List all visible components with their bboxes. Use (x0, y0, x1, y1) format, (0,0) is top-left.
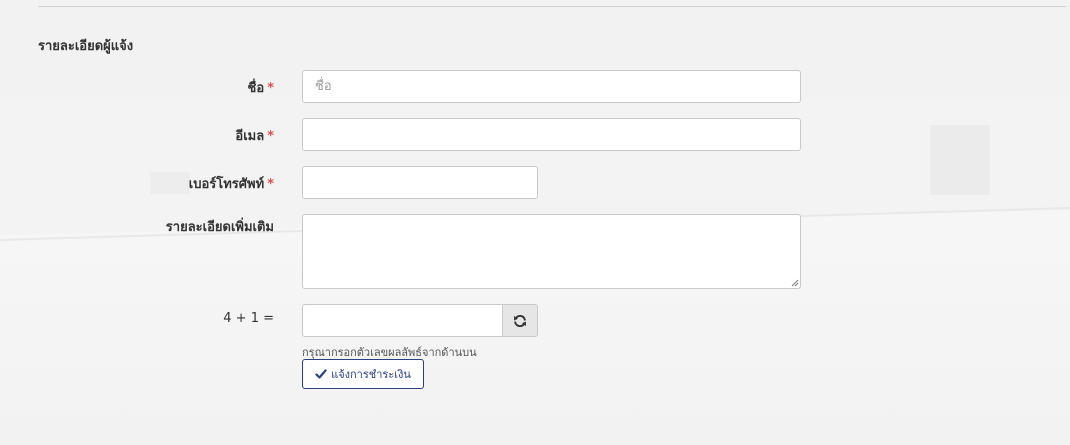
email-label: อีเมล * (235, 125, 274, 146)
section-title: รายละเอียดผู้แจ้ง (38, 39, 134, 54)
details-label-text: รายละเอียดเพิ่มเติม (165, 220, 274, 235)
email-input[interactable] (302, 118, 801, 151)
submit-label: แจ้งการชำระเงิน (331, 368, 411, 381)
required-mark: * (267, 177, 274, 192)
name-input[interactable] (302, 70, 801, 103)
name-label: ชื่อ * (248, 77, 274, 98)
phone-label-text: เบอร์โทรศัพท์ (188, 177, 265, 192)
required-mark: * (267, 129, 274, 144)
phone-label: เบอร์โทรศัพท์ * (189, 173, 274, 194)
captcha-group (302, 304, 538, 337)
details-textarea[interactable] (302, 214, 801, 289)
captcha-refresh-button[interactable] (502, 304, 538, 337)
submit-payment-button[interactable]: แจ้งการชำระเงิน (302, 359, 424, 389)
required-mark: * (267, 81, 274, 96)
captcha-input[interactable] (302, 304, 503, 337)
email-label-text: อีเมล (235, 129, 265, 144)
check-icon (315, 369, 327, 379)
refresh-icon (514, 314, 526, 327)
captcha-question: 4 + 1 = (223, 311, 274, 326)
top-divider (38, 6, 1066, 7)
name-label-text: ชื่อ (247, 81, 265, 96)
phone-input[interactable] (302, 166, 538, 199)
details-label: รายละเอียดเพิ่มเติม (166, 216, 274, 237)
